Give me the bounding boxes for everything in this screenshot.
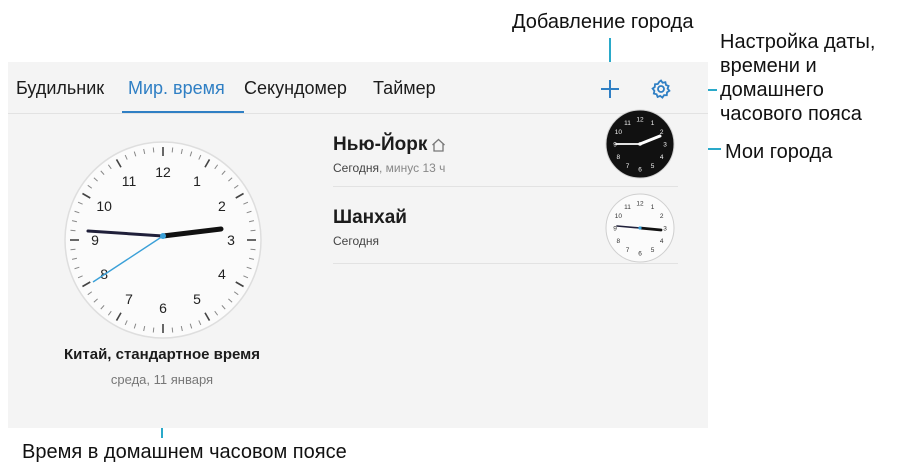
clock-tick bbox=[152, 147, 155, 153]
clock-numeral: 4 bbox=[660, 238, 664, 245]
plus-icon bbox=[601, 80, 619, 98]
clock-numeral: 9 bbox=[613, 142, 617, 149]
city-row-divider bbox=[333, 186, 678, 187]
clock-numeral: 7 bbox=[626, 163, 630, 170]
mini-clock-new-york: 12 1234567891011 bbox=[605, 109, 675, 179]
clock-numeral: 6 bbox=[638, 251, 642, 258]
clock-numeral: 10 bbox=[615, 213, 623, 220]
clock-numeral: 3 bbox=[663, 226, 667, 233]
add-city-button[interactable] bbox=[599, 78, 621, 100]
clock-numeral: 11 bbox=[122, 173, 137, 189]
gear-icon bbox=[651, 79, 671, 99]
home-analog-clock: 121234567891011 bbox=[64, 141, 262, 339]
clock-numeral: 6 bbox=[159, 300, 167, 316]
city-offset: , минус 13 ч bbox=[379, 161, 446, 175]
city-day: Сегодня bbox=[333, 234, 379, 248]
clock-numeral: 9 bbox=[91, 232, 99, 248]
clock-numeral: 7 bbox=[626, 247, 630, 254]
clock-numeral: 2 bbox=[660, 213, 664, 220]
clock-numeral: 5 bbox=[651, 163, 655, 170]
clock-numeral: 4 bbox=[218, 266, 226, 282]
clock-numeral: 3 bbox=[663, 142, 667, 149]
callout-my-cities: Мои города bbox=[725, 141, 833, 163]
tab-world-clock[interactable]: Мир. время bbox=[128, 78, 225, 99]
city-row-shanghai[interactable]: Шанхай Сегодня bbox=[333, 207, 407, 248]
mini-clock-shanghai: 12 1234567891011 bbox=[605, 193, 675, 263]
clock-numeral: 5 bbox=[193, 291, 201, 307]
clock-numeral: 12 bbox=[155, 164, 171, 180]
clock-tick bbox=[70, 229, 76, 232]
clock-tick bbox=[152, 327, 155, 333]
clock-numeral: 6 bbox=[638, 167, 642, 174]
clock-tick bbox=[171, 327, 174, 333]
callout-add-city: Добавление города bbox=[512, 11, 694, 33]
clock-numeral: 1 bbox=[193, 173, 201, 189]
city-name: Шанхай bbox=[333, 207, 407, 228]
clock-numeral: 10 bbox=[615, 129, 623, 136]
tab-alarm[interactable]: Будильник bbox=[16, 78, 104, 99]
city-row-divider bbox=[333, 263, 678, 264]
clock-center-pin bbox=[160, 233, 166, 239]
clock-tick bbox=[70, 248, 76, 251]
clock-numeral: 8 bbox=[617, 154, 621, 161]
clock-numeral: 8 bbox=[617, 238, 621, 245]
settings-button[interactable] bbox=[651, 79, 671, 99]
city-day: Сегодня bbox=[333, 161, 379, 175]
clock-numeral: 3 bbox=[227, 232, 235, 248]
clock-numeral: 12 bbox=[636, 117, 644, 124]
clock-numeral: 12 bbox=[636, 201, 644, 208]
clock-tick bbox=[250, 229, 256, 232]
home-icon bbox=[432, 138, 446, 152]
clock-tick bbox=[171, 147, 174, 153]
tab-timer[interactable]: Таймер bbox=[373, 78, 436, 99]
clock-numeral: 5 bbox=[651, 247, 655, 254]
city-name: Нью-Йорк bbox=[333, 134, 428, 155]
clock-numeral: 4 bbox=[660, 154, 664, 161]
clock-tick bbox=[250, 248, 256, 251]
clock-numeral: 10 bbox=[96, 198, 112, 214]
callout-home-time: Время в домашнем часовом поясе bbox=[22, 441, 347, 463]
clock-numeral: 7 bbox=[125, 291, 133, 307]
tab-bar-divider bbox=[8, 113, 708, 114]
clock-numeral: 11 bbox=[624, 204, 631, 211]
clock-numeral: 1 bbox=[651, 120, 655, 127]
callout-settings: Настройка даты, времени и домашнего часо… bbox=[720, 31, 876, 125]
home-timezone-name: Китай, стандартное время bbox=[64, 346, 260, 363]
city-row-new-york[interactable]: Нью-Йорк Сегодня, минус 13 ч bbox=[333, 134, 446, 175]
clock-numeral: 11 bbox=[624, 120, 631, 127]
clock-numeral: 2 bbox=[218, 198, 226, 214]
clock-numeral: 1 bbox=[651, 204, 655, 211]
tab-stopwatch[interactable]: Секундомер bbox=[244, 78, 347, 99]
home-date: среда, 11 января bbox=[110, 372, 214, 387]
hour-hand bbox=[638, 226, 663, 232]
